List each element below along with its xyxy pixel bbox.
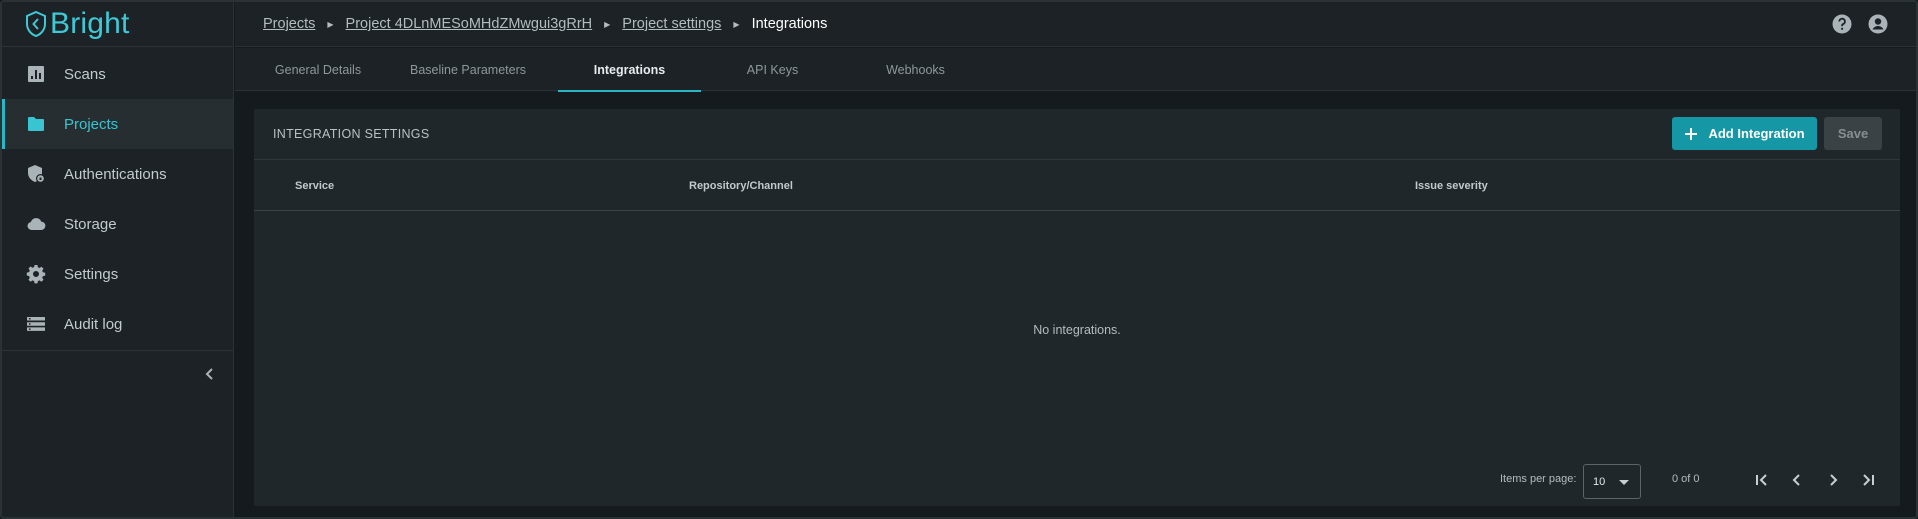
add-integration-label: Add Integration [1708,126,1805,141]
integration-settings-card: INTEGRATION SETTINGS Add Integration Sav… [254,109,1900,506]
last-page-button[interactable] [1858,470,1878,490]
tab-api-keys[interactable]: API Keys [701,48,844,91]
column-header-issue-severity: Issue severity [1415,179,1488,192]
sidebar: Bright Scans Projects Authentications St… [2,2,234,517]
app-window: Bright Scans Projects Authentications St… [0,0,1918,519]
help-button[interactable] [1832,14,1852,34]
sidebar-item-audit-log[interactable]: Audit log [2,299,233,349]
account-icon [1868,14,1888,34]
plus-icon [1685,127,1698,140]
sidebar-item-label: Authentications [64,165,167,183]
sidebar-item-scans[interactable]: Scans [2,49,233,99]
tab-integrations[interactable]: Integrations [558,48,701,92]
next-page-button[interactable] [1823,470,1843,490]
empty-state-text: No integrations. [1033,323,1121,337]
sidebar-item-label: Scans [64,65,106,83]
list-icon [26,314,46,334]
header-actions [1832,14,1888,34]
first-page-button[interactable] [1752,470,1772,490]
help-icon [1832,14,1852,34]
items-per-page-label: Items per page: [1500,473,1577,485]
shield-lock-icon [26,164,46,184]
sidebar-item-label: Audit log [64,315,123,333]
chevron-right-icon [1830,474,1838,486]
sidebar-item-authentications[interactable]: Authentications [2,149,233,199]
brand-logo[interactable]: Bright [2,2,233,47]
brand-name: Bright [50,7,130,40]
save-button[interactable]: Save [1824,117,1882,150]
sidebar-item-storage[interactable]: Storage [2,199,233,249]
paginator: Items per page: 10 0 of 0 [1500,454,1900,506]
sidebar-nav: Scans Projects Authentications Storage S… [2,47,233,349]
card-header: INTEGRATION SETTINGS Add Integration Sav… [254,109,1900,160]
sidebar-collapse-button[interactable] [200,364,220,384]
items-per-page-value: 10 [1593,475,1606,488]
sidebar-divider [2,350,234,351]
breadcrumb: Projects ▶ Project 4DLnMESoMHdZMwgui3gRr… [263,16,827,32]
bright-logo-icon [26,10,46,38]
sidebar-item-projects[interactable]: Projects [2,99,233,149]
first-page-icon [1756,474,1767,486]
column-header-service: Service [295,179,335,192]
breadcrumb-separator-icon: ▶ [733,19,740,29]
breadcrumb-projects[interactable]: Projects [263,16,315,32]
tab-webhooks[interactable]: Webhooks [844,48,987,91]
page-range-label: 0 of 0 [1672,473,1700,485]
breadcrumb-current: Integrations [751,16,828,32]
add-integration-button[interactable]: Add Integration [1672,117,1817,150]
last-page-icon [1863,474,1874,486]
dropdown-caret-icon [1619,480,1629,485]
table-header: Service Repository/Channel Issue severit… [254,160,1900,211]
tab-baseline-parameters[interactable]: Baseline Parameters [388,48,548,91]
cloud-icon [26,214,46,234]
account-button[interactable] [1868,14,1888,34]
card-title: INTEGRATION SETTINGS [273,127,430,141]
breadcrumb-project[interactable]: Project 4DLnMESoMHdZMwgui3gRrH [346,16,593,32]
items-per-page-select[interactable]: 10 [1583,464,1641,499]
chevron-left-icon [205,368,213,380]
bar-chart-icon [26,64,46,84]
sidebar-item-label: Storage [64,215,117,233]
settings-tabs: General Details Baseline Parameters Inte… [235,48,1916,92]
gear-icon [26,264,46,284]
breadcrumb-project-settings[interactable]: Project settings [622,16,721,32]
sidebar-item-label: Settings [64,265,119,283]
folder-icon [26,114,46,134]
sidebar-item-settings[interactable]: Settings [2,249,233,299]
top-header: Projects ▶ Project 4DLnMESoMHdZMwgui3gRr… [235,2,1916,47]
tab-general-details[interactable]: General Details [258,48,378,91]
breadcrumb-separator-icon: ▶ [604,19,611,29]
column-header-repository-channel: Repository/Channel [689,179,793,192]
previous-page-button[interactable] [1787,470,1807,490]
chevron-left-icon [1792,474,1800,486]
sidebar-item-label: Projects [64,115,119,133]
breadcrumb-separator-icon: ▶ [327,19,334,29]
